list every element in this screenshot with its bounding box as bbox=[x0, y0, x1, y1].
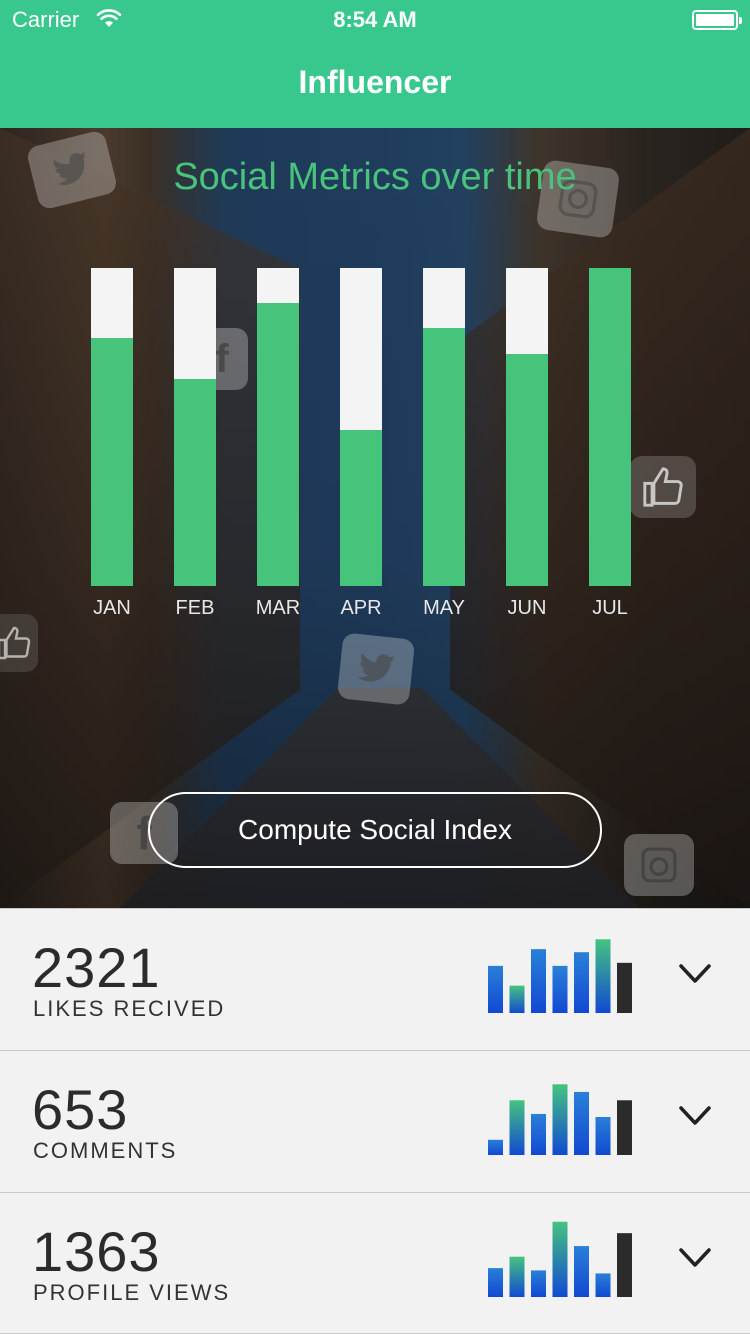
stats-list: 2321 LIKES RECIVED 653 COMMENTS 1363 PRO… bbox=[0, 908, 750, 1334]
bar-feb bbox=[174, 379, 216, 586]
sparkline-bar bbox=[595, 939, 611, 1013]
sparkline-bar bbox=[552, 1084, 568, 1155]
sparkline-bar bbox=[595, 1273, 611, 1297]
stat-label: COMMENTS bbox=[33, 1138, 178, 1163]
sparkline-bar bbox=[509, 985, 525, 1013]
bar-jan bbox=[91, 337, 133, 586]
bar-track-jan bbox=[91, 268, 133, 586]
month-label: JUL bbox=[592, 597, 628, 619]
bar-jul bbox=[589, 268, 631, 586]
battery-icon bbox=[692, 10, 742, 30]
sparkline-bar bbox=[617, 962, 632, 1013]
sparkline-bar bbox=[574, 1091, 589, 1155]
sparkline-bar bbox=[509, 1256, 525, 1297]
stat-label: LIKES RECIVED bbox=[33, 996, 226, 1021]
stat-label: PROFILE VIEWS bbox=[33, 1280, 231, 1305]
bar-mar bbox=[257, 302, 299, 586]
month-label: MAY bbox=[423, 597, 465, 619]
sparkline-bar bbox=[617, 1233, 632, 1297]
sparkline-bar bbox=[574, 952, 589, 1013]
stat-row-likes[interactable]: 2321 LIKES RECIVED bbox=[0, 908, 750, 1050]
status-bar: Carrier 8:54 AM bbox=[0, 0, 750, 40]
nav-header: Carrier 8:54 AM Influencer bbox=[0, 0, 750, 128]
sparkline-bar bbox=[552, 965, 568, 1013]
bar-may bbox=[423, 328, 465, 586]
stat-value: 1363 bbox=[32, 1220, 161, 1283]
stat-value: 2321 bbox=[32, 936, 161, 999]
sparkline-bar bbox=[595, 1117, 611, 1155]
bar-apr bbox=[340, 430, 382, 586]
bar-track-apr bbox=[340, 268, 382, 586]
month-label: FEB bbox=[175, 597, 215, 619]
bar-track-jun bbox=[506, 268, 548, 586]
chevron-down-icon[interactable] bbox=[678, 1247, 712, 1269]
clock: 8:54 AM bbox=[333, 7, 417, 32]
sparkline-bar bbox=[531, 1270, 546, 1297]
sparkline-bar bbox=[531, 949, 546, 1013]
bar-chart-icon bbox=[488, 939, 632, 1013]
page-title: Influencer bbox=[298, 64, 452, 100]
sparkline-bar bbox=[531, 1113, 546, 1155]
bar-chart-icon bbox=[488, 1221, 632, 1297]
bar-track-mar bbox=[257, 268, 299, 586]
stat-value: 653 bbox=[32, 1078, 129, 1141]
bar-jun bbox=[506, 353, 548, 586]
month-label: APR bbox=[340, 597, 382, 619]
sparkline-bar bbox=[488, 1139, 503, 1155]
sparkline-bar bbox=[617, 1100, 632, 1155]
month-label: MAR bbox=[255, 597, 301, 619]
bar-chart-icon bbox=[488, 1084, 632, 1155]
stat-row-comments[interactable]: 653 COMMENTS bbox=[0, 1050, 750, 1192]
sparkline-bar bbox=[574, 1246, 589, 1297]
bar-track-may bbox=[423, 268, 465, 586]
stat-row-profile-views[interactable]: 1363 PROFILE VIEWS bbox=[0, 1192, 750, 1334]
instagram-icon bbox=[624, 834, 694, 896]
hero-panel: f f Social Metrics over time JAN FEB MAR AP… bbox=[0, 128, 750, 908]
month-label: JAN bbox=[93, 597, 131, 619]
bar-chart: JAN FEB MAR APR MAY JUN JUL bbox=[0, 128, 750, 648]
bar-track-feb bbox=[174, 268, 216, 586]
chevron-down-icon[interactable] bbox=[678, 963, 712, 985]
compute-social-index-button[interactable]: Compute Social Index bbox=[148, 792, 602, 868]
bar-track-jul bbox=[589, 268, 631, 586]
sparkline-bar bbox=[552, 1221, 568, 1297]
sparkline-bar bbox=[488, 965, 503, 1013]
chevron-down-icon[interactable] bbox=[678, 1105, 712, 1127]
sparkline-bar bbox=[488, 1268, 503, 1297]
sparkline-bar bbox=[509, 1100, 525, 1155]
month-label: JUN bbox=[507, 597, 547, 619]
